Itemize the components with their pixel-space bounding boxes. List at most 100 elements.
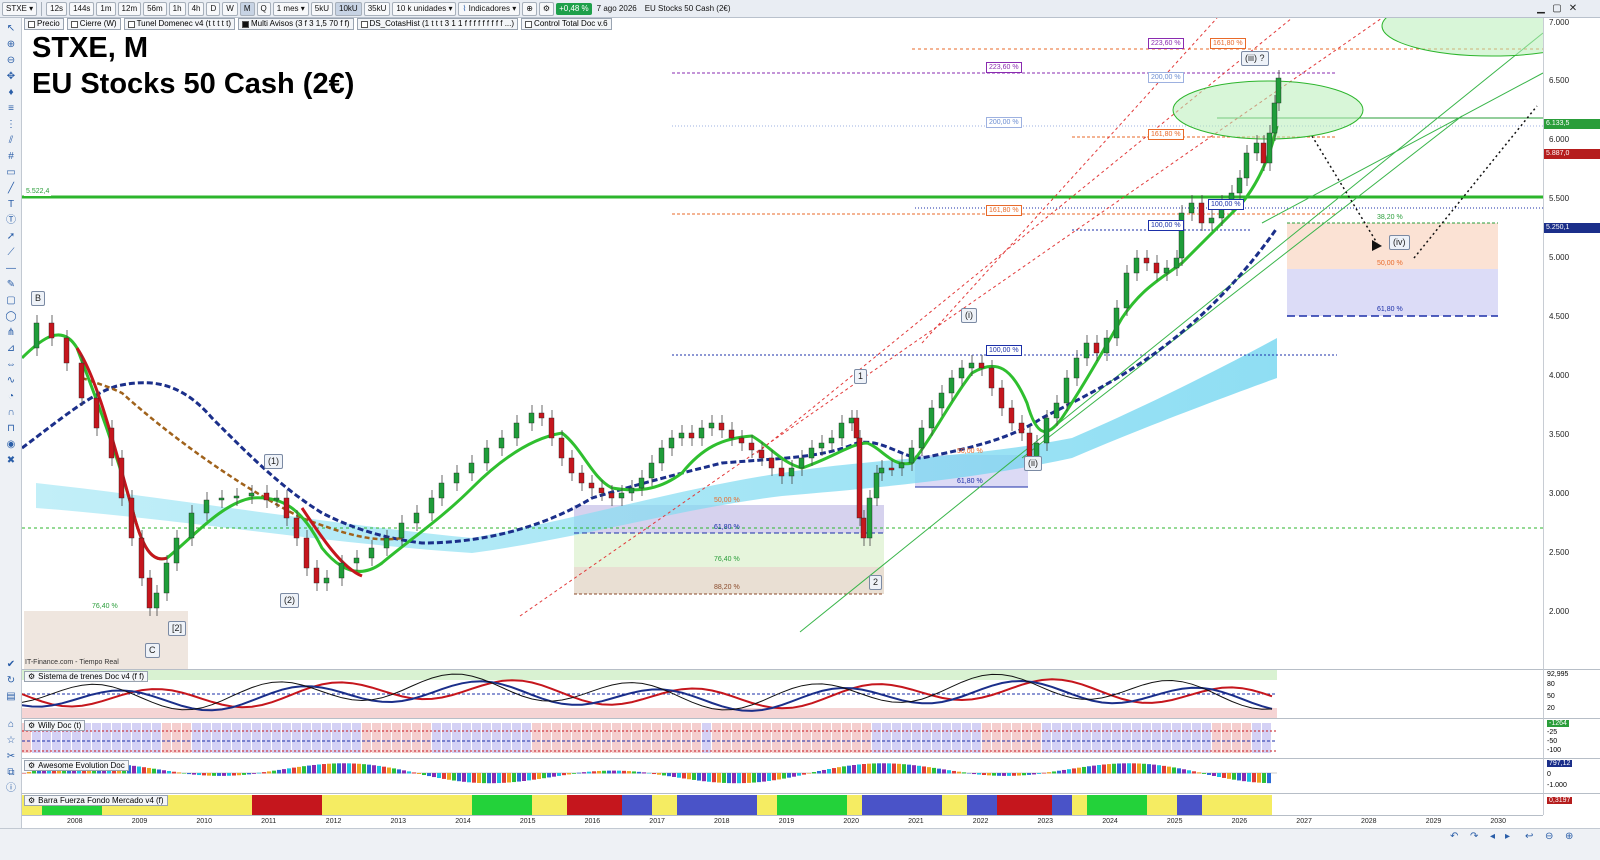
- wave-label-2-major[interactable]: [2]: [168, 621, 187, 636]
- lock-icon[interactable]: ⊓: [3, 422, 19, 436]
- channel-icon[interactable]: ⫽: [3, 134, 19, 148]
- magnet-icon[interactable]: ∩: [3, 406, 19, 420]
- trendline-icon[interactable]: ╱: [3, 182, 19, 196]
- timeframe-12m[interactable]: 12m: [117, 1, 142, 16]
- measure-icon[interactable]: ⇔: [3, 358, 19, 372]
- zoom-out-icon[interactable]: ⊖: [3, 54, 19, 68]
- wave-label-1-minor[interactable]: 1: [854, 369, 868, 384]
- pane-willy[interactable]: ⚙ Willy Doc (t): [22, 718, 1543, 758]
- trash-icon[interactable]: ✖: [3, 454, 19, 468]
- pane-trend-system[interactable]: ⚙ Sistema de trenes Doc v4 (f f): [21, 669, 1543, 718]
- period-selector[interactable]: 1 mes ▾: [272, 1, 309, 16]
- copy-icon[interactable]: ⧉: [3, 766, 19, 780]
- scissors-icon[interactable]: ✂: [3, 750, 19, 764]
- overlay-checkbox[interactable]: [28, 20, 35, 28]
- wave-label-1-intermediate[interactable]: (1): [264, 454, 283, 469]
- overlay-close[interactable]: Cierre (W): [66, 18, 121, 30]
- units-5ku[interactable]: 5kU: [310, 1, 334, 16]
- symbol-selector[interactable]: STXE ▾: [2, 1, 38, 16]
- pane-market-strength[interactable]: ⚙ Barra Fuerza Fondo Mercado v4 (f): [22, 793, 1543, 815]
- overlay-control-total[interactable]: Control Total Doc v.6: [521, 18, 612, 30]
- check-icon[interactable]: ✔: [3, 658, 19, 672]
- wave-icon[interactable]: ∿: [3, 374, 19, 388]
- pitchfork-icon[interactable]: ⋔: [3, 326, 19, 340]
- ellipse-icon[interactable]: ◯: [3, 310, 19, 324]
- time-axis[interactable]: 2008 2009 2010 2011 2012 2013 2014 2015 2016 2017…: [22, 815, 1543, 828]
- timeframe-1h[interactable]: 1h: [168, 1, 186, 16]
- pane-awesome[interactable]: ⚙ Awesome Evolution Doc: [22, 758, 1543, 793]
- overlay-checkbox[interactable]: [241, 20, 249, 28]
- cursor-icon[interactable]: ↖: [3, 22, 19, 36]
- wave-label-iv[interactable]: (iv): [1389, 235, 1410, 250]
- pane-label-trend-system[interactable]: ⚙ Sistema de trenes Doc v4 (f f): [24, 671, 148, 682]
- rectangle-icon[interactable]: ▢: [3, 294, 19, 308]
- scroll-right-icon[interactable]: ▸: [1505, 831, 1510, 842]
- timeframe-12s[interactable]: 12s: [46, 1, 68, 16]
- undo-icon[interactable]: ↶: [1450, 831, 1458, 842]
- cart-icon[interactable]: ⌂: [3, 718, 19, 732]
- wave-label-b[interactable]: B: [31, 291, 46, 306]
- zoom-in-icon[interactable]: ⊕: [3, 38, 19, 52]
- units-selector[interactable]: 10 k unidades ▾: [392, 1, 457, 16]
- wave-label-c[interactable]: C: [145, 643, 160, 658]
- timeframe-d[interactable]: D: [206, 1, 221, 16]
- alert-icon[interactable]: ♦: [3, 86, 19, 100]
- overlay-price[interactable]: Precio: [24, 18, 64, 30]
- timeframe-4h[interactable]: 4h: [187, 1, 205, 16]
- wave-label-ii[interactable]: (ii): [1024, 456, 1042, 471]
- pane-label-willy[interactable]: ⚙ Willy Doc (t): [24, 720, 86, 731]
- settings-icon[interactable]: ⚙: [28, 795, 35, 806]
- settings-icon[interactable]: ⚙: [28, 760, 35, 771]
- note-icon[interactable]: Ⓣ: [3, 214, 19, 228]
- pane-label-market-strength[interactable]: ⚙ Barra Fuerza Fondo Mercado v4 (f): [24, 795, 168, 806]
- timeframe-56m[interactable]: 56m: [143, 1, 167, 16]
- minimize-icon[interactable]: ▁: [1534, 2, 1548, 16]
- settings-icon[interactable]: ⚙: [28, 671, 35, 682]
- units-35ku[interactable]: 35kU: [363, 1, 391, 16]
- ray-icon[interactable]: ⟋: [3, 246, 19, 260]
- horizontal-line-icon[interactable]: —: [3, 262, 19, 276]
- overlay-checkbox[interactable]: [70, 20, 78, 28]
- arrow-icon[interactable]: ➚: [3, 230, 19, 244]
- timeframe-w[interactable]: W: [222, 1, 238, 16]
- zoom-in-icon[interactable]: ⊕: [1565, 831, 1573, 842]
- wave-label-2-intermediate[interactable]: (2): [280, 593, 299, 608]
- overlay-cotashist[interactable]: DS_CotasHist (1 t t t 3 1 1 f f f f f f …: [356, 18, 519, 30]
- wave-label-2-minor[interactable]: 2: [869, 575, 883, 590]
- wave-label-i[interactable]: (i): [961, 308, 977, 323]
- price-axis[interactable]: 7.000 6.500 6.000 5.500 5.000 4.500 4.00…: [1543, 18, 1600, 669]
- price-chart[interactable]: [22, 18, 1543, 669]
- zoom-button[interactable]: ⊕: [522, 1, 537, 16]
- levels-icon[interactable]: ≡: [3, 102, 19, 116]
- timeframe-q[interactable]: Q: [256, 1, 271, 16]
- settings-button[interactable]: ⚙: [538, 1, 555, 16]
- timeframe-1m[interactable]: 1m: [96, 1, 116, 16]
- overlay-multi-avisos[interactable]: Multi Avisos (3 f 3 1,5 70 f f): [237, 18, 354, 30]
- reset-view-icon[interactable]: ↩: [1525, 831, 1533, 842]
- fibonacci-icon[interactable]: ⋮: [3, 118, 19, 132]
- maximize-icon[interactable]: ▢: [1550, 2, 1564, 16]
- gann-icon[interactable]: ⊿: [3, 342, 19, 356]
- overlay-checkbox[interactable]: [127, 20, 135, 28]
- ruler-icon[interactable]: ▭: [3, 166, 19, 180]
- layers-icon[interactable]: ▤: [3, 690, 19, 704]
- close-icon[interactable]: ✕: [1566, 2, 1580, 16]
- overlay-checkbox[interactable]: [525, 20, 533, 28]
- brush-icon[interactable]: ✎: [3, 278, 19, 292]
- redo-icon[interactable]: ↷: [1470, 831, 1478, 842]
- grid-icon[interactable]: #: [3, 150, 19, 164]
- info-icon[interactable]: ⓘ: [3, 782, 19, 796]
- timeframe-144s[interactable]: 144s: [69, 1, 95, 16]
- overlay-checkbox[interactable]: [360, 20, 368, 28]
- settings-icon[interactable]: ⚙: [28, 720, 35, 731]
- star-icon[interactable]: ☆: [3, 734, 19, 748]
- overlay-tunel[interactable]: Tunel Domenec v4 (t t t t t): [123, 18, 235, 30]
- eye-icon[interactable]: ◉: [3, 438, 19, 452]
- pan-icon[interactable]: ✥: [3, 70, 19, 84]
- cycle-icon[interactable]: ◔: [3, 390, 19, 404]
- text-icon[interactable]: T: [3, 198, 19, 212]
- wave-label-iii[interactable]: (iii) ?: [1241, 51, 1269, 66]
- pane-label-awesome[interactable]: ⚙ Awesome Evolution Doc: [24, 760, 129, 771]
- refresh-icon[interactable]: ↻: [3, 674, 19, 688]
- units-10ku[interactable]: 10kU: [335, 1, 362, 16]
